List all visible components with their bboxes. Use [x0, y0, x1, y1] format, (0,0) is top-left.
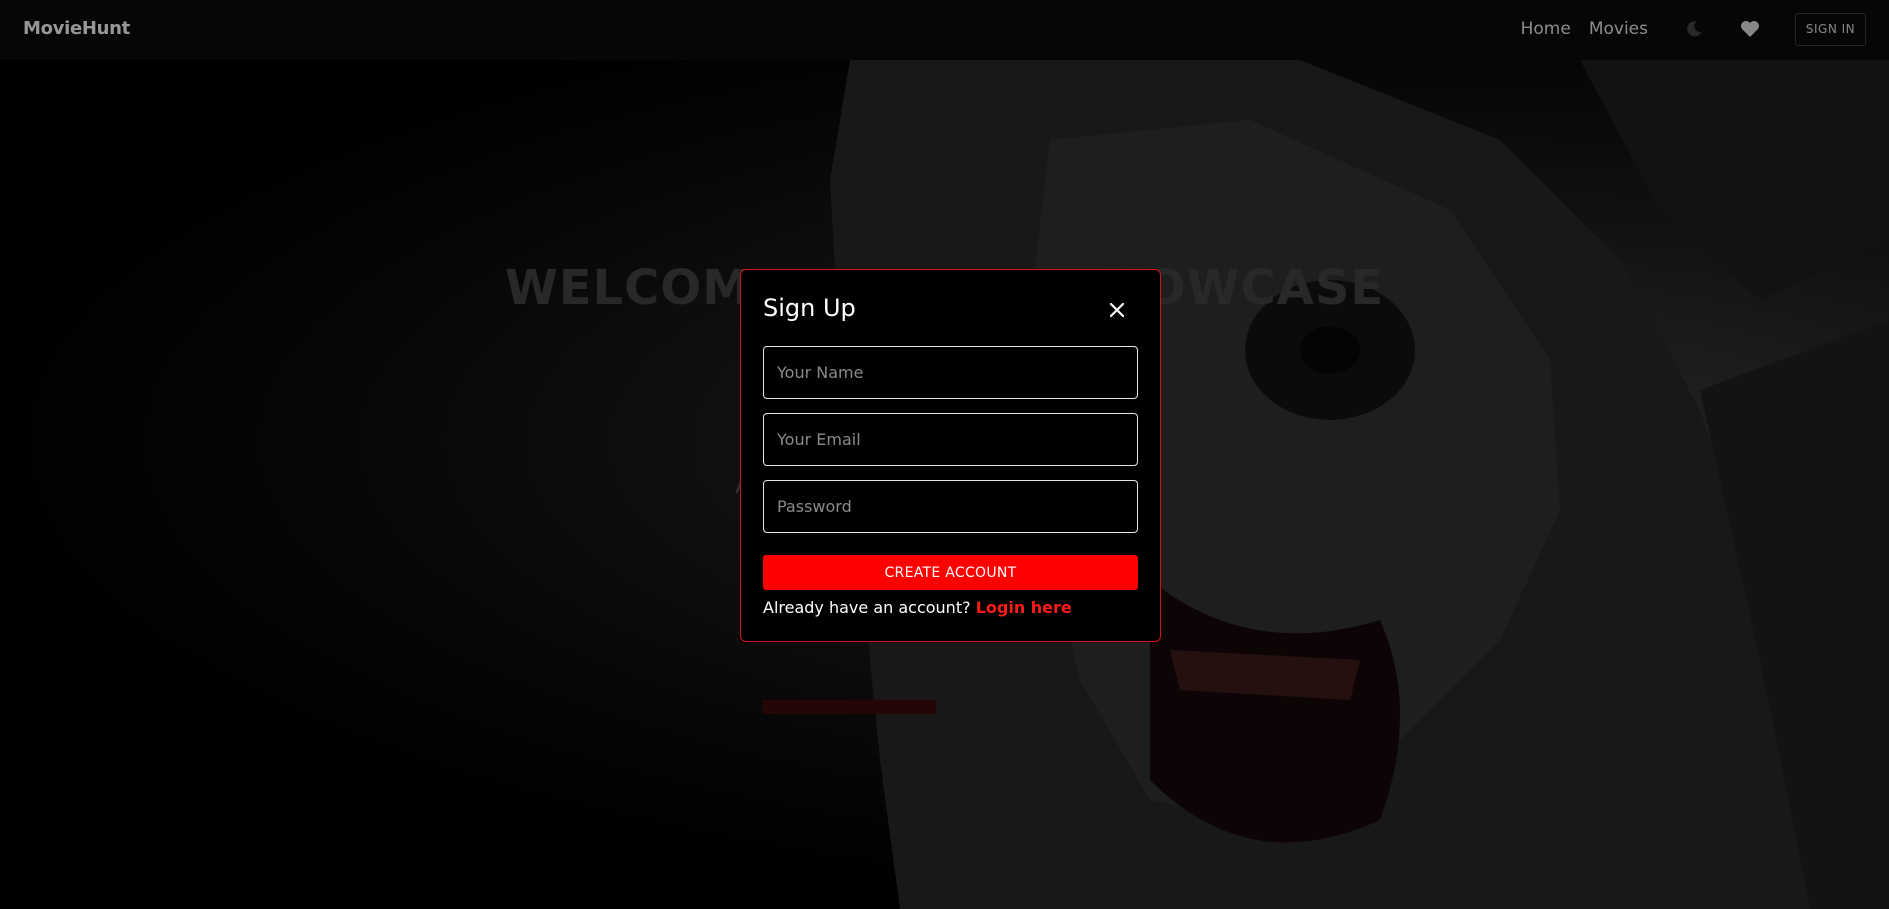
signup-modal: Sign Up CREATE ACCOUNT Already have an a… [740, 269, 1161, 642]
login-prompt-text: Already have an account? [763, 598, 971, 617]
close-icon[interactable] [1108, 301, 1126, 319]
login-prompt-line: Already have an account? Login here [763, 598, 1072, 617]
email-field[interactable] [763, 413, 1138, 466]
create-account-button[interactable]: CREATE ACCOUNT [763, 555, 1138, 590]
password-field[interactable] [763, 480, 1138, 533]
login-link[interactable]: Login here [976, 598, 1072, 617]
modal-title: Sign Up [763, 294, 856, 322]
name-field[interactable] [763, 346, 1138, 399]
